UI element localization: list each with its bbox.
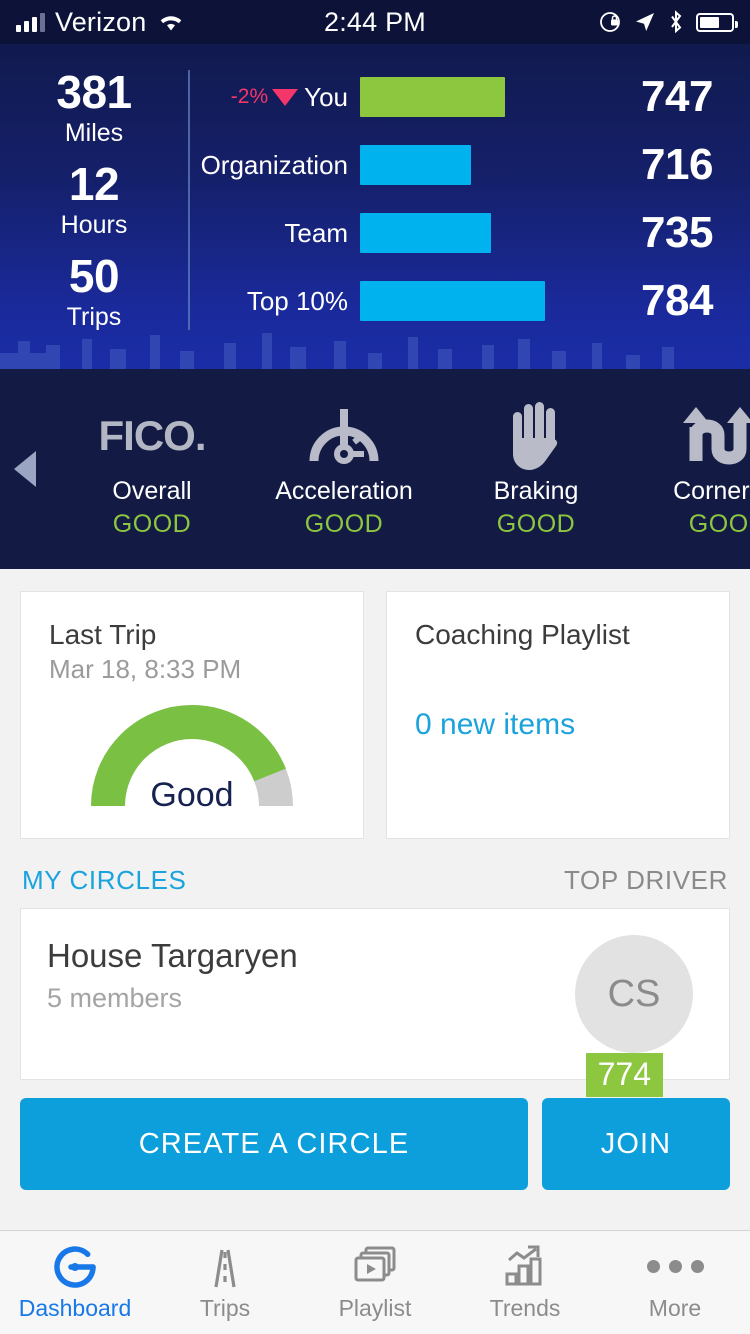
comparison-bar-top10 <box>360 281 545 321</box>
category-braking[interactable]: Braking GOOD <box>440 399 632 539</box>
comparison-score-organization: 716 <box>641 140 713 189</box>
comparison-row-team: Team 735 <box>190 206 750 260</box>
trip-stats: 381 Miles 12 Hours 50 Trips <box>0 44 188 369</box>
cornering-curve-icon <box>678 399 750 473</box>
comparison-row-organization: Organization 716 <box>190 138 750 192</box>
bluetooth-icon <box>671 10 682 34</box>
category-label: Braking <box>493 477 579 505</box>
rotation-lock-icon <box>600 12 620 32</box>
steering-wheel-e-icon <box>52 1244 98 1290</box>
stat-hours-value: 12 <box>68 158 120 210</box>
comparison-name: Top 10% <box>246 285 348 316</box>
category-rating: GOOD <box>112 510 192 538</box>
avatar-initials: CS <box>607 972 661 1015</box>
category-label: Cornering <box>673 477 750 505</box>
stat-trips-value: 50 <box>68 250 120 302</box>
last-trip-date: Mar 18, 8:33 PM <box>49 654 242 684</box>
comparison-name: Team <box>284 217 348 248</box>
tab-more-label: More <box>648 1294 702 1321</box>
battery-icon <box>696 12 738 32</box>
stat-hours-label: Hours <box>60 211 128 239</box>
status-bar-right <box>598 0 738 44</box>
stat-miles-value: 381 <box>56 66 132 118</box>
hand-stop-icon <box>505 399 567 473</box>
delta-value: -2% <box>230 85 269 108</box>
comparison-label-top10: Top 10% <box>190 286 360 317</box>
stat-hours: 12 Hours <box>61 158 128 240</box>
comparison-label-you: -2% You <box>190 82 360 113</box>
category-label: Acceleration <box>275 477 413 505</box>
carrier-label: Verizon <box>55 6 147 37</box>
last-trip-gauge-label: Good <box>150 776 234 814</box>
bottom-tab-bar: Dashboard Trips Playlist Trends More <box>0 1230 750 1334</box>
last-trip-card[interactable]: Last Trip Mar 18, 8:33 PM Good <box>20 591 364 839</box>
top-driver-label: TOP DRIVER <box>564 865 728 895</box>
category-label: Overall <box>112 477 192 505</box>
stat-trips: 50 Trips <box>67 250 122 332</box>
road-icon <box>202 1244 248 1290</box>
carousel-prev-arrow-icon[interactable] <box>14 451 36 487</box>
comparison-bar-team <box>360 213 491 253</box>
category-rating: GOOD <box>496 510 576 538</box>
comparison-name: You <box>304 81 348 112</box>
category-rating: GOOD <box>304 510 384 538</box>
tab-trips-label: Trips <box>199 1294 251 1321</box>
comparison-row-you: -2% You 747 <box>190 70 750 124</box>
category-acceleration[interactable]: Acceleration GOOD <box>248 399 440 539</box>
summary-cards: Last Trip Mar 18, 8:33 PM Good Coaching … <box>0 569 750 839</box>
tab-dashboard-label: Dashboard <box>18 1294 132 1321</box>
coaching-title: Coaching Playlist <box>415 619 630 650</box>
comparison-score-team: 735 <box>641 208 713 257</box>
ellipsis-icon <box>646 1244 704 1290</box>
tab-trips[interactable]: Trips <box>150 1231 300 1334</box>
last-trip-title: Last Trip <box>49 619 157 650</box>
tab-more[interactable]: More <box>600 1231 750 1334</box>
comparison-score-you: 747 <box>641 72 713 121</box>
circle-list-item[interactable]: House Targaryen 5 members CS 774 <box>20 908 730 1097</box>
circles-section-header: MY CIRCLES TOP DRIVER <box>0 839 750 908</box>
comparison-label-team: Team <box>190 218 360 249</box>
speedometer-icon <box>306 399 382 473</box>
delta-down-icon <box>272 88 299 106</box>
tab-dashboard[interactable]: Dashboard <box>0 1231 150 1334</box>
tab-trends[interactable]: Trends <box>450 1231 600 1334</box>
tab-playlist[interactable]: Playlist <box>300 1231 450 1334</box>
signal-icon <box>16 12 45 32</box>
stat-miles: 381 Miles <box>56 66 132 148</box>
fico-logo-icon: FICO. <box>98 399 207 473</box>
my-circles-label: MY CIRCLES <box>22 865 187 895</box>
last-trip-gauge: Good <box>87 701 297 814</box>
stat-miles-label: Miles <box>64 119 124 147</box>
video-stack-icon <box>352 1244 398 1290</box>
status-bar-left: Verizon <box>16 7 186 38</box>
tab-trends-label: Trends <box>489 1294 561 1321</box>
hero-summary: 381 Miles 12 Hours 50 Trips -2% You 747 <box>0 44 750 369</box>
tab-playlist-label: Playlist <box>338 1294 412 1321</box>
category-overall[interactable]: FICO. Overall GOOD <box>56 399 248 539</box>
category-rating: GOOD <box>688 510 750 538</box>
wifi-icon <box>161 15 182 30</box>
coaching-playlist-card[interactable]: Coaching Playlist 0 new items <box>386 591 730 839</box>
comparison-score-top10: 784 <box>641 276 713 325</box>
location-arrow-icon <box>636 13 654 31</box>
comparison-bar-organization <box>360 145 471 185</box>
comparison-label-organization: Organization <box>190 150 360 181</box>
score-category-carousel[interactable]: FICO. Overall GOOD Acceleration GOOD Bra… <box>0 369 750 569</box>
comparison-row-top10: Top 10% 784 <box>190 274 750 328</box>
coaching-new-items-link[interactable]: 0 new items <box>415 708 701 742</box>
comparison-name: Organization <box>200 149 348 180</box>
bar-chart-arrow-icon <box>502 1244 548 1290</box>
join-circle-button[interactable]: JOIN <box>542 1098 730 1190</box>
fico-wordmark: FICO. <box>98 412 207 459</box>
status-bar: Verizon 2:44 PM <box>0 0 750 44</box>
avatar: CS <box>575 935 693 1053</box>
category-cornering[interactable]: Cornering GOOD <box>632 399 750 539</box>
stat-trips-label: Trips <box>66 303 122 331</box>
score-comparison-chart: -2% You 747 Organization 716 Team 735 To… <box>190 44 750 369</box>
create-a-circle-button[interactable]: CREATE A CIRCLE <box>20 1098 528 1190</box>
top-driver-score-badge: 774 <box>585 1053 663 1097</box>
comparison-bar-you <box>360 77 505 117</box>
